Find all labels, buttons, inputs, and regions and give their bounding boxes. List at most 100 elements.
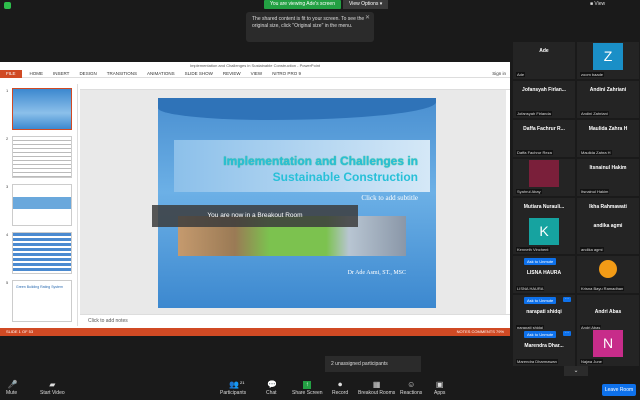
- thumb-number: 5: [6, 280, 9, 285]
- chat-label: Chat: [266, 390, 277, 396]
- security-shield-icon[interactable]: [4, 2, 11, 9]
- participant-tile[interactable]: Andri Abas Andri Abas: [577, 295, 639, 332]
- unassigned-participants-notice[interactable]: 2 unassigned participants: [325, 356, 421, 372]
- leave-room-button[interactable]: Leave Room: [602, 384, 636, 396]
- apps-button[interactable]: ▣ Apps: [434, 380, 446, 397]
- participant-tile[interactable]: Andini Zahriani Andini Zahriani: [577, 81, 639, 118]
- chat-button[interactable]: 💬 Chat: [266, 380, 278, 397]
- slide-canvas: Implementation and Challenges in Sustain…: [80, 90, 506, 314]
- participant-avatar: N: [593, 330, 623, 357]
- participant-label: Najwa June: [580, 359, 603, 364]
- participant-tile[interactable]: Krisna Bayu Ramadhan: [577, 256, 639, 293]
- slide-thumbnail[interactable]: 3: [6, 184, 77, 228]
- participant-tile[interactable]: N Najwa June: [577, 329, 639, 366]
- thumb-image: [12, 88, 72, 130]
- notes-pane[interactable]: Click to add notes: [80, 314, 510, 326]
- participant-tile[interactable]: Daffa Fachrur R... Daffa Fachrur Reza: [513, 120, 575, 157]
- participant-tile[interactable]: Maulida Zahra H Maulida Zahra H: [577, 120, 639, 157]
- apps-label: Apps: [434, 390, 446, 396]
- current-slide[interactable]: Implementation and Challenges in Sustain…: [158, 98, 436, 308]
- participant-name: narapati shidqi: [526, 309, 562, 315]
- record-button[interactable]: ⏺ Record: [332, 381, 349, 397]
- ribbon-tab-design[interactable]: DESIGN: [79, 71, 96, 76]
- more-options-button[interactable]: ···: [563, 297, 571, 302]
- powerpoint-status-bar: SLIDE 1 OF 53 NOTES COMMENTS 79%: [0, 328, 510, 336]
- slide-thumbnail[interactable]: 2: [6, 136, 77, 180]
- ribbon-tab-file[interactable]: FILE: [0, 69, 22, 78]
- share-screen-icon: ↑: [303, 381, 312, 389]
- slide-thumbnail[interactable]: 4: [6, 232, 77, 276]
- share-screen-button[interactable]: ↑ Share Screen: [292, 381, 323, 396]
- slide-thumbnail[interactable]: 1: [6, 88, 77, 132]
- participant-tile[interactable]: Z zoom baade: [577, 42, 639, 79]
- close-icon[interactable]: ✕: [365, 15, 370, 22]
- ribbon-tab-insert[interactable]: INSERT: [53, 71, 69, 76]
- participant-label: andika agmi: [580, 247, 604, 252]
- participant-tile[interactable]: andika agmi andika agmi: [577, 217, 639, 254]
- view-options-button[interactable]: View Options ▾: [343, 0, 389, 9]
- ask-to-unmute-button[interactable]: Ask to Unmute: [524, 297, 557, 304]
- participant-tile[interactable]: Jofansyah Firlan... Jofansyah Firlanda: [513, 81, 575, 118]
- participant-label: Andini Zahriani: [580, 111, 609, 116]
- view-control-button[interactable]: ■ View: [590, 1, 605, 7]
- thumb-image: Green Building Rating System: [12, 280, 72, 322]
- participant-tile[interactable]: Ask to Unmute LISNA HAURA LISNA HAURA: [513, 256, 575, 293]
- participant-label: Syahrul Abay: [516, 189, 542, 194]
- ask-to-unmute-button[interactable]: Ask to Unmute: [524, 331, 557, 338]
- thumb-number: 4: [6, 232, 9, 237]
- chat-icon: 💬: [267, 380, 278, 389]
- microphone-icon: 🎤: [7, 380, 18, 389]
- thumb-image: [12, 184, 72, 226]
- participant-name: Andini Zahriani: [589, 87, 627, 93]
- breakout-rooms-icon: ▦: [372, 380, 381, 389]
- start-video-button[interactable]: ▰ Start Video: [40, 381, 65, 397]
- participant-gallery: Ade Ade Z zoom baade Jofansyah Firlan...…: [513, 42, 640, 382]
- participant-label: zoom baade: [580, 72, 605, 77]
- fit-screen-tooltip: The shared content is fit to your screen…: [246, 12, 374, 42]
- apps-icon: ▣: [435, 380, 444, 389]
- more-options-button[interactable]: ···: [563, 331, 571, 336]
- meeting-toolbar: 🎤 Mute ▰ Start Video 👥 Participants 21 💬…: [0, 380, 640, 400]
- participant-name: Itsnainul Hakim: [589, 165, 627, 171]
- participant-label: Jofansyah Firlanda: [516, 111, 552, 116]
- reactions-icon: ☺: [407, 380, 416, 389]
- ribbon-tab-slide-show[interactable]: SLIDE SHOW: [185, 71, 213, 76]
- mute-button[interactable]: 🎤 Mute: [6, 380, 18, 397]
- participant-tile[interactable]: Syahrul Abay: [513, 159, 575, 196]
- ribbon-tab-review[interactable]: REVIEW: [223, 71, 241, 76]
- breakout-rooms-label: Breakout Rooms: [358, 390, 396, 396]
- slide-count: SLIDE 1 OF 53: [6, 329, 34, 334]
- slide-wave-decoration: [158, 98, 436, 120]
- participants-icon: 👥: [229, 380, 240, 389]
- slide-title-line2: Sustainable Construction: [272, 170, 418, 184]
- ribbon-tab-view[interactable]: VIEW: [251, 71, 263, 76]
- ribbon-tab-animations[interactable]: ANIMATIONS: [147, 71, 175, 76]
- record-label: Record: [332, 390, 349, 396]
- ask-to-unmute-button[interactable]: Ask to Unmute: [524, 258, 557, 265]
- participant-logo: [599, 260, 617, 278]
- participant-name: LISNA HAURA: [526, 270, 562, 276]
- reactions-button[interactable]: ☺ Reactions: [400, 380, 422, 397]
- ribbon-tab-transitions[interactable]: TRANSITIONS: [107, 71, 137, 76]
- participant-tile[interactable]: Ask to Unmute ··· Marendra Dhar... Maren…: [513, 329, 575, 366]
- viewing-screen-banner: You are viewing Ade's screen: [264, 0, 341, 9]
- ribbon-tab-nitro[interactable]: NITRO PRO 9: [272, 71, 301, 76]
- powerpoint-ribbon: FILE HOME INSERT DESIGN TRANSITIONS ANIM…: [0, 69, 510, 78]
- ribbon-tab-home[interactable]: HOME: [30, 71, 44, 76]
- status-right[interactable]: NOTES COMMENTS 79%: [457, 328, 504, 336]
- participant-tile[interactable]: Ade Ade: [513, 42, 575, 79]
- powerpoint-window-title: Implementation and Challenges in Sustain…: [0, 62, 510, 70]
- sign-in-link[interactable]: Sign in: [492, 71, 506, 76]
- breakout-rooms-button[interactable]: ▦ Breakout Rooms: [358, 380, 396, 397]
- participants-label: Participants: [220, 390, 247, 396]
- thumb-number: 3: [6, 184, 9, 189]
- participant-tile[interactable]: K Kenneth Vinchent: [513, 217, 575, 254]
- slide-thumbnail[interactable]: 5 Green Building Rating System: [6, 280, 77, 324]
- thumb-number: 2: [6, 136, 9, 141]
- slide-title-line1: Implementation and Challenges in: [223, 154, 418, 168]
- share-screen-label: Share Screen: [292, 390, 323, 396]
- participant-tile[interactable]: Ask to Unmute ··· narapati shidqi narapa…: [513, 295, 575, 332]
- slide-subtitle-placeholder[interactable]: Click to add subtitle: [361, 194, 418, 202]
- gallery-scroll-down-button[interactable]: ⌄: [564, 366, 588, 376]
- participant-tile[interactable]: Itsnainul Hakim Itsnainul Hakim: [577, 159, 639, 196]
